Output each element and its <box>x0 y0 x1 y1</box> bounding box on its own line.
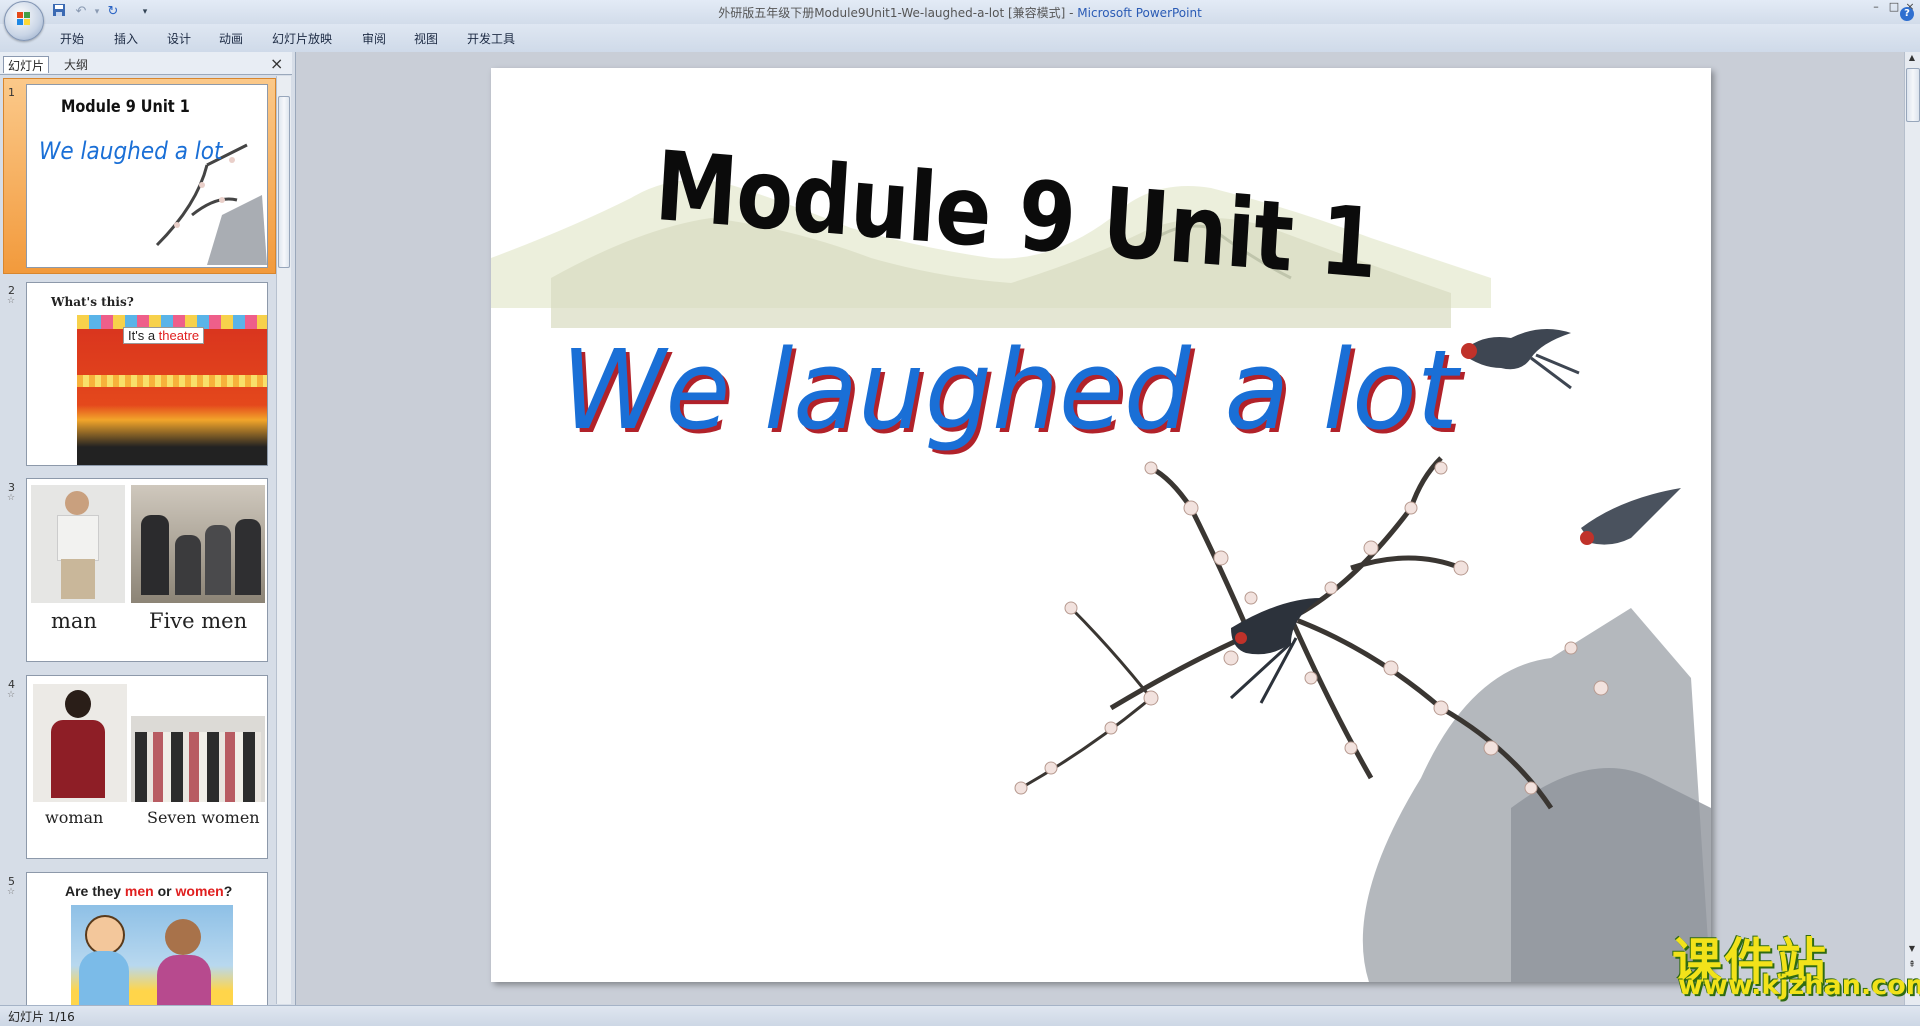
tab-slideshow[interactable]: 幻灯片放映 <box>272 30 332 47</box>
slide-thumbnail-3[interactable]: man Five men <box>26 478 268 662</box>
swallow-bird-image <box>1461 329 1580 390</box>
slide-number: 1 <box>8 86 15 99</box>
panel-scroll-thumb[interactable] <box>278 96 290 268</box>
panel-close-icon[interactable]: × <box>270 54 283 73</box>
panel-tab-outline[interactable]: 大纲 <box>60 56 92 72</box>
watermark-url: www.kjzhan.com <box>1678 970 1920 1001</box>
stage-lights <box>77 375 267 387</box>
scroll-up-icon[interactable]: ▲ <box>1906 53 1918 65</box>
main-scrollbar[interactable] <box>1904 52 1920 1005</box>
office-logo-icon <box>17 12 30 25</box>
thumb-label-left: man <box>51 609 97 633</box>
slide-thumbnail-1[interactable]: Module 9 Unit 1 We laughed a lot <box>26 84 268 268</box>
scroll-down-icon[interactable]: ▼ <box>1906 944 1918 956</box>
office-button[interactable] <box>4 1 44 41</box>
thumb-label-left: woman <box>45 808 104 827</box>
window-title: 外研版五年级下册Module9Unit1-We-laughed-a-lot [兼… <box>718 6 1202 20</box>
tab-design[interactable]: 设计 <box>167 30 191 47</box>
thumb-question: What's this? <box>51 295 134 309</box>
seven-women-photo <box>131 716 265 802</box>
help-icon[interactable]: ? <box>1900 7 1914 21</box>
slide-thumbnail-5[interactable]: Are they men or women? <box>26 872 268 1006</box>
current-slide[interactable]: Module 9 Unit 1 We laughed a lot <box>491 68 1711 982</box>
animation-star-icon: ☆ <box>7 690 16 700</box>
tab-review[interactable]: 审阅 <box>362 30 386 47</box>
minimize-button[interactable]: – <box>1866 0 1886 14</box>
woman-photo <box>33 684 127 802</box>
cartoon-image <box>71 905 233 1006</box>
man-photo <box>31 485 125 603</box>
plum-blossom-image <box>1014 456 1711 982</box>
thumb-title: Module 9 Unit 1 <box>61 97 190 117</box>
thumb-subtitle: We laughed a lot <box>39 137 223 165</box>
animation-star-icon: ☆ <box>7 887 16 897</box>
panel-tab-slides[interactable]: 幻灯片 <box>3 56 50 73</box>
slide-subtitle[interactable]: We laughed a lot <box>560 325 1460 456</box>
slide-counter: 幻灯片 1/16 <box>8 1010 75 1024</box>
tab-animations[interactable]: 动画 <box>219 30 243 47</box>
thumb-label-right: Five men <box>149 609 248 633</box>
tab-insert[interactable]: 插入 <box>114 30 138 47</box>
slide-thumbnail-4[interactable]: woman Seven women <box>26 675 268 859</box>
main-scroll-thumb[interactable] <box>1906 68 1920 122</box>
thumb-label-right: Seven women <box>147 808 260 827</box>
thumb-answer: It's a theatre <box>123 327 205 344</box>
five-men-photo <box>131 485 265 603</box>
slide-thumbnail-2[interactable]: What's this? It's a theatre <box>26 282 268 466</box>
tab-developer[interactable]: 开发工具 <box>467 30 515 47</box>
status-bar <box>0 1005 1920 1026</box>
thumb-question: Are they men or women? <box>65 883 233 899</box>
animation-star-icon: ☆ <box>7 493 16 503</box>
tab-home[interactable]: 开始 <box>60 30 84 47</box>
tab-view[interactable]: 视图 <box>414 30 438 47</box>
animation-star-icon: ☆ <box>7 296 16 306</box>
